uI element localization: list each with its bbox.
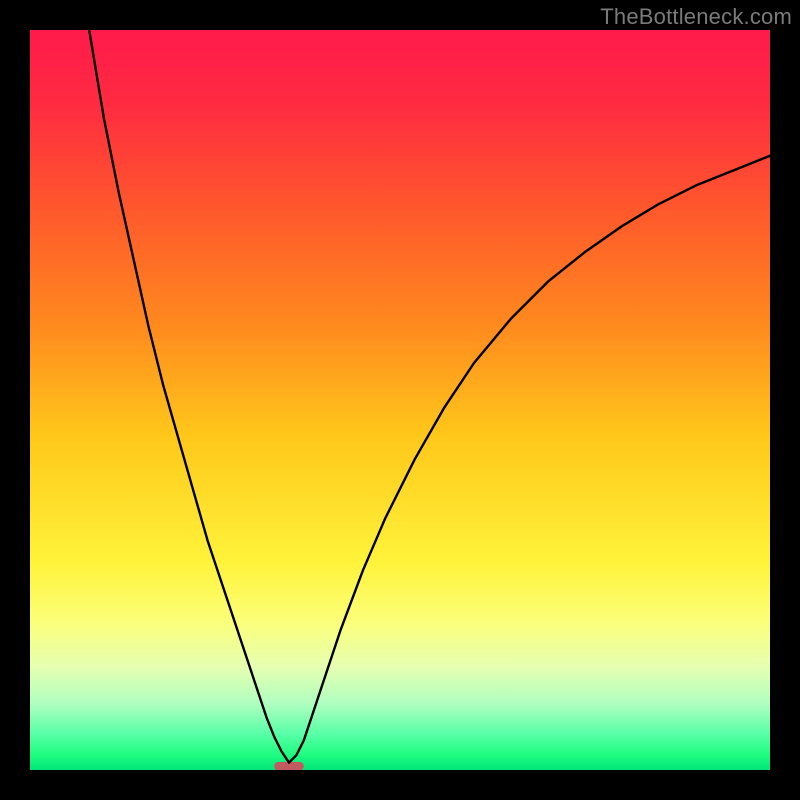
- chart-plot-area: [30, 30, 770, 770]
- watermark-text: TheBottleneck.com: [600, 4, 792, 30]
- chart-background: [30, 30, 770, 770]
- chart-svg: [30, 30, 770, 770]
- chart-outer-frame: TheBottleneck.com: [0, 0, 800, 800]
